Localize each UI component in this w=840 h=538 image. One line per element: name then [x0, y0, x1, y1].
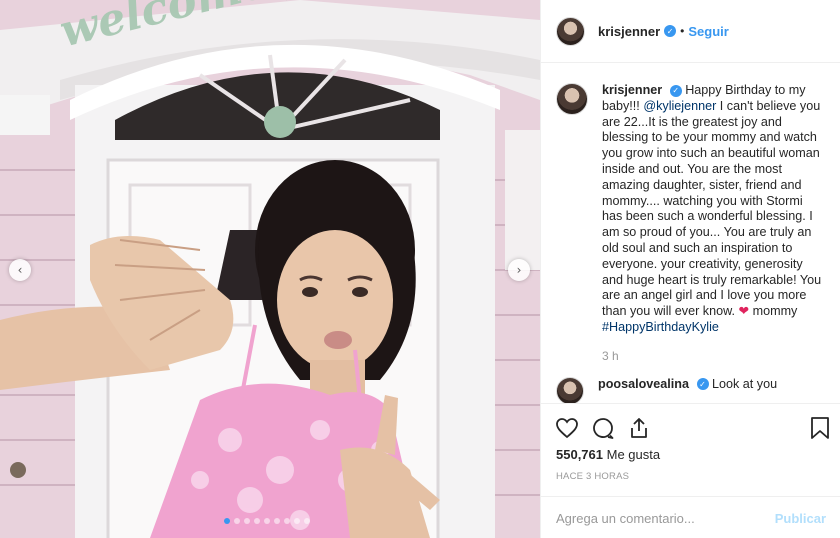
verified-badge-icon: ✓ — [696, 378, 709, 391]
caption-timestamp[interactable]: 3 h — [602, 349, 822, 365]
carousel-dot — [234, 518, 240, 524]
author-username[interactable]: krisjenner — [598, 24, 660, 39]
likes-label: Me gusta — [606, 447, 661, 462]
comment-body: poosalovealina ✓ Look at you — [598, 377, 777, 391]
carousel-dots — [224, 518, 310, 524]
comments-list[interactable]: krisjenner ✓ Happy Birthday to my baby!!… — [541, 64, 840, 403]
carousel-next-button[interactable]: › — [508, 259, 530, 281]
hashtag-link[interactable]: #HappyBirthdayKylie — [602, 320, 719, 334]
carousel-dot — [264, 518, 270, 524]
carousel-prev-button[interactable]: ‹ — [9, 259, 31, 281]
caption-text: I can't believe you are 22...It is the g… — [602, 98, 822, 319]
action-icon-row — [555, 416, 651, 440]
bookmark-icon[interactable] — [809, 416, 831, 440]
list-item: poosalovealina ✓ Look at you — [556, 376, 826, 403]
add-comment-bar: Publicar — [541, 496, 840, 538]
caption-body: krisjenner ✓ Happy Birthday to my baby!!… — [602, 83, 822, 365]
carousel-dot — [244, 518, 250, 524]
separator-dot: • — [680, 24, 685, 38]
carousel-dot — [304, 518, 310, 524]
chevron-right-icon: › — [516, 263, 522, 277]
caption-username[interactable]: krisjenner — [602, 83, 662, 97]
verified-badge-icon: ✓ — [669, 84, 682, 97]
carousel-dot — [274, 518, 280, 524]
chevron-left-icon: ‹ — [17, 263, 23, 277]
comment-icon[interactable] — [591, 416, 615, 440]
post-actions: 550,761 Me gusta HACE 3 HORAS Publicar — [541, 403, 840, 538]
likes-number: 550,761 — [556, 447, 603, 462]
comment-text: Look at you — [712, 376, 778, 391]
publish-button[interactable]: Publicar — [775, 511, 826, 526]
avatar[interactable] — [556, 16, 585, 46]
share-icon[interactable] — [627, 416, 651, 440]
post-timestamp[interactable]: HACE 3 HORAS — [556, 471, 629, 482]
likes-count[interactable]: 550,761 Me gusta — [556, 447, 660, 462]
post-header: krisjenner ✓ • Seguir — [541, 0, 840, 63]
comment-input[interactable] — [556, 510, 756, 526]
carousel-dot — [224, 518, 230, 524]
follow-button[interactable]: Seguir — [688, 24, 728, 39]
caption-comment: krisjenner ✓ Happy Birthday to my baby!!… — [556, 83, 826, 365]
photo-illustration — [0, 0, 540, 538]
avatar[interactable] — [556, 376, 584, 403]
heart-emoji-icon: ❤ — [738, 304, 750, 319]
avatar[interactable] — [556, 83, 588, 115]
post-photo[interactable]: welcome friends ‹ › — [0, 0, 540, 538]
verified-badge-icon: ✓ — [664, 25, 677, 37]
comment-username[interactable]: poosalovealina — [598, 377, 689, 391]
carousel-dot — [294, 518, 300, 524]
carousel-dot — [254, 518, 260, 524]
mention-link[interactable]: @kyliejenner — [643, 99, 716, 113]
carousel-dot — [284, 518, 290, 524]
caption-signoff: mommy — [749, 304, 798, 319]
post-side-panel: krisjenner ✓ • Seguir krisjenner ✓ Happy… — [540, 0, 840, 538]
heart-icon[interactable] — [555, 416, 579, 440]
